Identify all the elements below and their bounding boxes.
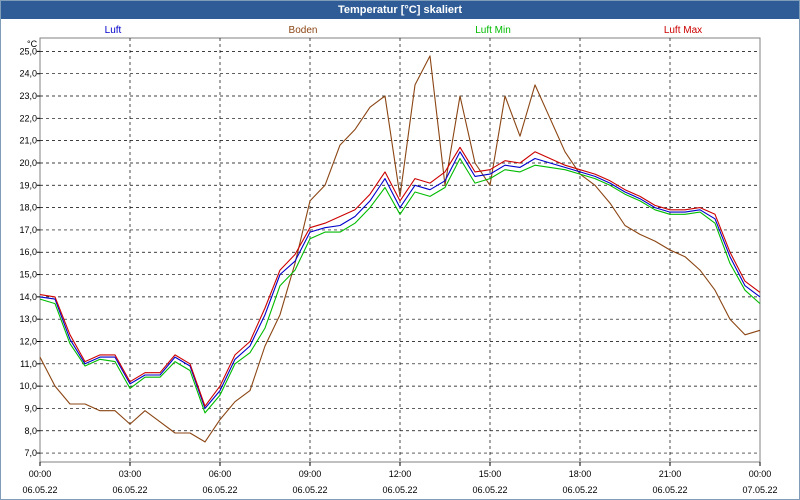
y-tick-label: 9,0 [24,403,37,413]
x-tick-date-label: 06.05.22 [652,485,687,495]
legend-item-luft-min: Luft Min [475,25,511,36]
y-tick-label: 18,0 [19,203,37,213]
x-tick-date-label: 06.05.22 [202,485,237,495]
legend-item-luft-max: Luft Max [664,25,702,36]
y-tick-label: 15,0 [19,270,37,280]
y-tick-label: 19,0 [19,180,37,190]
x-tick-date-label: 06.05.22 [292,485,327,495]
x-tick-time-label: 15:00 [479,469,502,479]
y-tick-label: 10,0 [19,381,37,391]
legend: Luft Boden Luft Min Luft Max [105,25,703,36]
y-axis-unit: °C [27,39,38,49]
x-tick-time-label: 06:00 [209,469,232,479]
x-tick-time-label: 00:00 [749,469,772,479]
y-tick-label: 13,0 [19,314,37,324]
x-tick-date-label: 06.05.22 [22,485,57,495]
x-tick-date-label: 06.05.22 [472,485,507,495]
temperature-chart: 7,0 8,0 9,0 10,0 11,0 12,0 13,0 14,0 15,0 16,0 17,… [19,25,778,495]
x-tick-date-label: 06.05.22 [562,485,597,495]
y-tick-label: 11,0 [20,359,37,369]
y-axis-ticks: 7,0 8,0 9,0 10,0 11,0 12,0 13,0 14,0 15,0 16,0 17,… [19,46,40,458]
y-tick-label: 21,0 [19,136,37,146]
legend-item-boden: Boden [289,25,318,36]
x-tick-date-label: 06.05.22 [112,485,147,495]
y-tick-label: 12,0 [19,336,37,346]
x-tick-time-label: 00:00 [29,469,52,479]
x-tick-time-label: 09:00 [299,469,322,479]
x-axis-ticks: 00:00 06.05.22 03:00 06.05.22 06:00 06.05.22 0… [22,462,778,495]
x-tick-date-label: 07.05.22 [742,485,777,495]
y-tick-label: 20,0 [19,158,37,168]
y-tick-label: 23,0 [19,91,37,101]
y-tick-label: 16,0 [19,247,37,257]
x-tick-time-label: 18:00 [569,469,592,479]
x-tick-time-label: 21:00 [659,469,682,479]
legend-item-luft: Luft [105,25,122,36]
y-tick-label: 22,0 [19,113,37,123]
x-tick-time-label: 12:00 [389,469,412,479]
x-tick-date-label: 06.05.22 [382,485,417,495]
y-tick-label: 8,0 [24,426,37,436]
x-tick-time-label: 03:00 [119,469,142,479]
y-tick-label: 24,0 [19,69,37,79]
y-tick-label: 7,0 [24,448,37,458]
y-tick-label: 14,0 [19,292,37,302]
y-tick-label: 17,0 [19,225,37,235]
